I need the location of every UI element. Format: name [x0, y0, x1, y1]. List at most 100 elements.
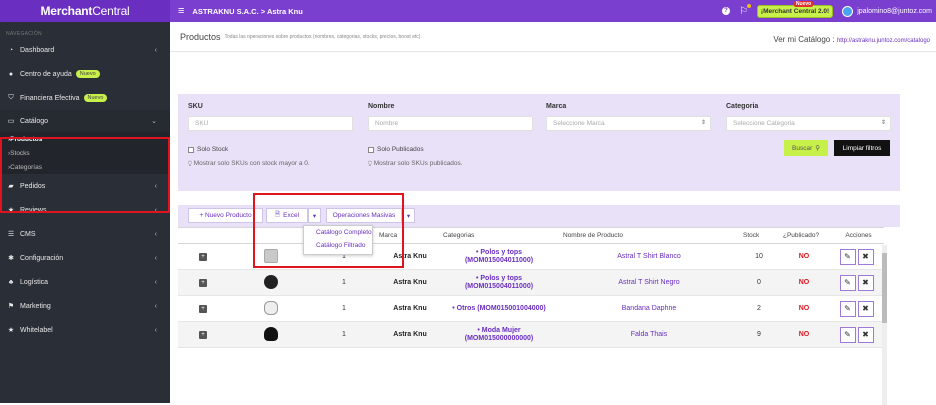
- hint-text: Mostrar solo SKUs con stock mayor a 0.: [193, 160, 310, 167]
- categoria-cell: • Polos y tops (MOM015004011000): [439, 243, 559, 270]
- brand-name-light: Central: [92, 4, 130, 18]
- list-icon: ☰: [7, 231, 15, 238]
- help-icon: ●: [8, 70, 14, 78]
- sku-label: SKU: [188, 103, 203, 110]
- chevron-left-icon: ‹: [154, 230, 157, 238]
- sidebar-item-catalogo[interactable]: ▭ Catálogo ⌄: [0, 110, 170, 132]
- nav-heading: NAVEGACIÓN: [6, 31, 42, 37]
- qty-cell: 1: [313, 295, 375, 322]
- sidebar-item-financiera[interactable]: ⛉ Financiera Efectiva Nuevo: [0, 86, 170, 110]
- delete-x-icon[interactable]: ✖: [857, 248, 874, 265]
- checkbox-label: Solo Publicados: [377, 146, 424, 153]
- column-header: [178, 227, 228, 244]
- product-name-link[interactable]: Astral T Shirt Blanco: [559, 243, 739, 270]
- product-thumbnail[interactable]: [263, 300, 278, 315]
- chevron-left-icon: ‹: [154, 302, 157, 310]
- checkbox-box: [188, 146, 194, 153]
- scrollbar-thumb[interactable]: [882, 253, 887, 323]
- categoria-label: Categoria: [726, 103, 759, 110]
- column-header-stock[interactable]: Stock: [739, 227, 779, 244]
- column-header-publicado[interactable]: ¿Publicado?: [779, 227, 829, 244]
- checkbox-box: [368, 146, 374, 153]
- categoria-cell: • Polos y tops (MOM015004011000): [439, 269, 559, 296]
- help-icon[interactable]: ?: [721, 7, 730, 15]
- notification-dot: [746, 3, 751, 8]
- published-status: NO: [779, 269, 829, 296]
- edit-pencil-icon[interactable]: ✎: [839, 326, 856, 343]
- sidebar-item-whitelabel[interactable]: ★ Whitelabel ‹: [0, 318, 170, 342]
- marca-cell: Astra Knu: [375, 269, 439, 296]
- table-row: + 1 Astra Knu • Moda Mujer (MOM0150000000…: [178, 321, 884, 348]
- marca-select[interactable]: Seleccione Marca ⇕: [546, 116, 711, 131]
- table-row: + 1 Astra Knu • Polos y tops (MOM01500401…: [178, 269, 884, 296]
- solo-stock-checkbox[interactable]: Solo Stock: [188, 146, 228, 153]
- expand-row-button[interactable]: +: [199, 252, 207, 261]
- caret-down-icon: ▾: [406, 212, 411, 220]
- expand-row-button[interactable]: +: [199, 278, 207, 287]
- marca-select-value: Seleccione Marca: [553, 120, 605, 127]
- column-header-categorias[interactable]: Categorias: [439, 227, 559, 244]
- column-header-nombre[interactable]: Nombre de Producto: [559, 227, 739, 244]
- nombre-input[interactable]: Nombre: [368, 116, 533, 131]
- notifications-flag-icon[interactable]: ⚐: [739, 3, 751, 17]
- sidebar-item-dashboard[interactable]: ◔ Dashboard ‹: [0, 38, 170, 62]
- sidebar-item-help-center[interactable]: ● Centro de ayuda Nuevo: [0, 62, 170, 86]
- categoria-code: (MOM015004011000): [464, 256, 534, 264]
- product-name-link[interactable]: Bandana Daphne: [559, 295, 739, 322]
- brand-logo[interactable]: Merchant Central: [0, 0, 170, 22]
- stock-cell: 0: [739, 269, 779, 296]
- table-scrollbar[interactable]: [882, 245, 887, 405]
- merchant-central-badge[interactable]: Nuevo ¡Merchant Central 2.0!: [756, 0, 834, 18]
- delete-x-icon[interactable]: ✖: [857, 300, 874, 317]
- chevron-left-icon: ‹: [154, 326, 157, 334]
- user-menu[interactable]: jpalomino8@juntoz.com: [842, 5, 932, 17]
- search-button-label: Buscar: [792, 144, 813, 152]
- flag-icon: ⚑: [7, 303, 15, 310]
- user-email: jpalomino8@juntoz.com: [857, 7, 932, 15]
- clear-filters-button[interactable]: Limpiar filtros: [834, 140, 890, 156]
- categoria-select-value: Seleccione Categoria: [733, 120, 795, 127]
- categoria-select[interactable]: Seleccione Categoria ⇕: [726, 116, 891, 131]
- page-subtitle: Todas las operaciones sobre productos (n…: [224, 33, 422, 40]
- column-header-acciones: Acciones: [829, 227, 884, 244]
- edit-pencil-icon[interactable]: ✎: [839, 300, 856, 317]
- product-name-link[interactable]: Astral T Shirt Negro: [559, 269, 739, 296]
- breadcrumb[interactable]: ASTRAKNU S.A.C. > Astra Knu: [192, 7, 302, 16]
- categoria-name: Moda Mujer: [481, 326, 521, 334]
- sidebar-item-label: CMS: [20, 230, 36, 238]
- sidebar-item-cms[interactable]: ☰ CMS ‹: [0, 222, 170, 246]
- sidebar-item-label: Configuración: [20, 254, 64, 262]
- edit-pencil-icon[interactable]: ✎: [839, 274, 856, 291]
- product-thumbnail[interactable]: [263, 274, 278, 289]
- product-thumbnail[interactable]: [263, 326, 278, 341]
- delete-x-icon[interactable]: ✖: [857, 326, 874, 343]
- sidebar-item-label: Dashboard: [20, 46, 55, 54]
- sidebar-item-marketing[interactable]: ⚑ Marketing ‹: [0, 294, 170, 318]
- menu-toggle-icon[interactable]: ≡: [178, 5, 184, 17]
- sidebar-item-configuracion[interactable]: ✱ Configuración ‹: [0, 246, 170, 270]
- categoria-name: Polos y tops: [480, 248, 523, 256]
- highlight-box-excel: [253, 193, 404, 268]
- edit-pencil-icon[interactable]: ✎: [839, 248, 856, 265]
- catalog-link-label: Ver mi Catálogo :: [773, 35, 835, 44]
- top-bar-right: ? ⚐ Nuevo ¡Merchant Central 2.0! jpalomi…: [721, 0, 932, 22]
- expand-row-button[interactable]: +: [199, 304, 207, 313]
- sidebar-item-label: Financiera Efectiva: [20, 94, 80, 102]
- solo-publicados-checkbox[interactable]: Solo Publicados: [368, 146, 424, 153]
- catalog-url-link[interactable]: http://astraknu.juntoz.com/catalogo: [837, 38, 930, 44]
- sku-input[interactable]: SKU: [188, 116, 353, 131]
- product-name-link[interactable]: Falda Thais: [559, 321, 739, 348]
- delete-x-icon[interactable]: ✖: [857, 274, 874, 291]
- search-button[interactable]: Buscar ⚲: [784, 140, 828, 156]
- stock-cell: 9: [739, 321, 779, 348]
- sidebar-item-logistica[interactable]: ♣ Logística ‹: [0, 270, 170, 294]
- categoria-cell: • Moda Mujer (MOM015000000000): [439, 321, 559, 348]
- expand-row-button[interactable]: +: [199, 330, 207, 339]
- solo-publicados-hint: ⍜ Mostrar solo SKUs publicados.: [368, 160, 463, 167]
- gear-icon: ✱: [8, 255, 14, 262]
- select-arrows-icon: ⇕: [700, 120, 706, 126]
- new-product-button[interactable]: + Nuevo Producto: [188, 208, 263, 223]
- stock-cell: 2: [739, 295, 779, 322]
- qty-cell: 1: [313, 269, 375, 296]
- chevron-left-icon: ‹: [154, 254, 157, 262]
